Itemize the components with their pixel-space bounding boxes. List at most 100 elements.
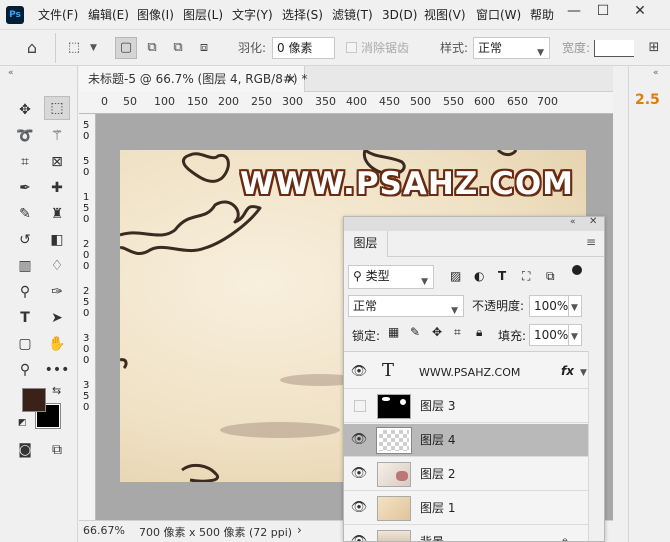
visibility-eye-icon[interactable]: 👁︎ xyxy=(350,432,368,448)
rectangular-marquee-icon[interactable]: ⬚ xyxy=(44,96,70,120)
layer-row[interactable]: 👁︎ 图层 1 xyxy=(344,492,588,525)
opacity-dropdown[interactable]: ▼ xyxy=(568,295,582,317)
menu-image[interactable]: 图像(I) xyxy=(137,0,174,30)
new-selection-icon[interactable]: ▢ xyxy=(115,37,137,59)
fill-input[interactable]: 100% xyxy=(529,324,569,346)
eraser-icon[interactable]: ◧ xyxy=(44,228,70,252)
home-icon[interactable]: ⌂ xyxy=(21,37,43,59)
select-and-mask-icon[interactable]: ⊞ xyxy=(643,37,665,59)
clone-stamp-icon[interactable]: ♜ xyxy=(44,202,70,226)
document-tab[interactable]: 未标题-5 @ 66.7% (图层 4, RGB/8#) * × xyxy=(79,66,307,92)
move-tool-icon[interactable]: ✥ xyxy=(12,98,38,122)
menu-type[interactable]: 文字(Y) xyxy=(232,0,273,30)
visibility-eye-icon[interactable]: 👁︎ xyxy=(350,534,368,541)
blend-mode-select[interactable]: 正常 ▼ xyxy=(348,295,464,317)
vertical-ruler: 5 0 5 0 1 5 0 2 0 0 2 5 0 3 0 0 3 5 0 xyxy=(79,114,96,520)
menu-layer[interactable]: 图层(L) xyxy=(183,0,223,30)
lock-artboard-icon[interactable]: ⌗ xyxy=(454,325,461,340)
filter-pixel-icon[interactable]: ▨ xyxy=(450,269,461,283)
fill-dropdown[interactable]: ▼ xyxy=(568,324,582,346)
crop-tool-icon[interactable]: ⌗ xyxy=(12,150,38,174)
close-button[interactable]: ✕ xyxy=(622,0,658,24)
default-colors-icon[interactable]: ◩ xyxy=(18,418,27,428)
opacity-input[interactable]: 100% xyxy=(529,295,569,317)
chevron-down-icon[interactable]: ▼ xyxy=(580,368,587,378)
lock-image-icon[interactable]: ✎ xyxy=(410,325,420,339)
history-brush-icon[interactable]: ↺ xyxy=(12,228,38,252)
lock-all-icon[interactable]: 🔒︎ xyxy=(476,325,482,340)
filter-shape-icon[interactable]: ⛶ xyxy=(522,269,530,284)
swap-colors-icon[interactable]: ⇆ xyxy=(52,384,61,397)
zoom-tool-icon[interactable]: ⚲ xyxy=(12,358,38,382)
layer-row[interactable]: 👁︎ 图层 2 xyxy=(344,458,588,491)
style-select[interactable]: 正常 ▼ xyxy=(473,37,550,59)
layer-row-selected[interactable]: 👁︎ 图层 4 xyxy=(344,424,588,457)
chevron-down-icon[interactable]: ▼ xyxy=(90,43,97,53)
blur-tool-icon[interactable]: ♢ xyxy=(44,254,70,278)
panel-value[interactable]: 2.5 xyxy=(635,92,660,108)
chevron-down-icon: ▼ xyxy=(571,332,578,342)
path-select-icon[interactable]: ➤ xyxy=(44,306,70,330)
menu-view[interactable]: 视图(V) xyxy=(424,0,466,30)
magic-wand-icon[interactable]: ⚚ xyxy=(44,124,70,148)
filter-type-select[interactable]: ⚲ 类型 ▼ xyxy=(348,265,434,289)
chevron-right-icon[interactable]: › xyxy=(297,523,302,537)
subtract-selection-icon[interactable]: ⧉ xyxy=(167,37,189,59)
eyedropper-icon[interactable]: ✒ xyxy=(12,176,38,200)
pen-tool-icon[interactable]: ✑ xyxy=(44,280,70,304)
rectangle-tool-icon[interactable]: ▢ xyxy=(12,332,38,356)
feather-input[interactable]: 0 像素 xyxy=(272,37,335,59)
brush-tool-icon[interactable]: ✎ xyxy=(12,202,38,226)
quick-mask-icon[interactable]: ◙ xyxy=(12,438,38,462)
menu-window[interactable]: 窗口(W) xyxy=(476,0,521,30)
frame-tool-icon[interactable]: ⊠ xyxy=(44,150,70,174)
filter-adjustment-icon[interactable]: ◐ xyxy=(474,269,484,283)
menu-edit[interactable]: 编辑(E) xyxy=(88,0,129,30)
lasso-tool-icon[interactable]: ➰ xyxy=(12,124,38,148)
filter-type-icon[interactable]: T xyxy=(498,269,506,283)
menu-file[interactable]: 文件(F) xyxy=(38,0,78,30)
add-selection-icon[interactable]: ⧉ xyxy=(141,37,163,59)
layer-list-scrollbar[interactable] xyxy=(588,351,604,541)
close-panel-icon[interactable]: ✕ xyxy=(589,216,597,227)
lock-icon: 🔒︎ xyxy=(562,534,568,541)
visibility-eye-icon[interactable]: 👁︎ xyxy=(350,466,368,482)
healing-brush-icon[interactable]: ✚ xyxy=(44,176,70,200)
tab-layers[interactable]: 图层 xyxy=(344,231,388,257)
zoom-level[interactable]: 66.67% xyxy=(83,524,125,537)
marquee-preset-icon[interactable]: ⬚ xyxy=(63,37,85,59)
menu-help[interactable]: 帮助 xyxy=(530,0,554,30)
visibility-toggle[interactable] xyxy=(354,400,366,412)
layer-row[interactable]: 👁︎ T WWW.PSAHZ.COM fx ▼ xyxy=(344,356,588,389)
filter-toggle-icon[interactable] xyxy=(572,265,582,275)
foreground-color-fill[interactable] xyxy=(22,388,46,412)
menu-select[interactable]: 选择(S) xyxy=(282,0,323,30)
collapse-panel-icon[interactable]: « xyxy=(570,217,576,227)
layer-row[interactable]: 图层 3 xyxy=(344,390,588,423)
hand-tool-icon[interactable]: ✋ xyxy=(44,332,70,356)
collapse-icon[interactable]: « xyxy=(8,68,14,78)
visibility-eye-icon[interactable]: 👁︎ xyxy=(350,500,368,516)
layer-row[interactable]: 👁︎ 背景 🔒︎ xyxy=(344,526,588,541)
dodge-tool-icon[interactable]: ⚲ xyxy=(12,280,38,304)
menu-3d[interactable]: 3D(D) xyxy=(382,0,417,30)
panel-menu-icon[interactable]: ≡ xyxy=(586,235,596,249)
ruler-label: 2 xyxy=(83,239,90,250)
expand-panels-icon[interactable]: « xyxy=(653,68,659,78)
more-tools-icon[interactable]: ••• xyxy=(44,358,70,382)
maximize-button[interactable]: ☐ xyxy=(585,0,621,24)
width-input[interactable] xyxy=(594,40,634,57)
gradient-tool-icon[interactable]: ▥ xyxy=(12,254,38,278)
intersect-selection-icon[interactable]: ⧈ xyxy=(193,37,215,59)
close-tab-icon[interactable]: × xyxy=(286,66,296,92)
lock-position-icon[interactable]: ✥ xyxy=(432,325,442,339)
chevron-down-icon: ▼ xyxy=(571,303,578,313)
type-tool-icon[interactable]: T xyxy=(12,306,38,330)
screen-mode-icon[interactable]: ⧉ xyxy=(44,438,70,462)
lock-transparent-icon[interactable]: ▦ xyxy=(388,325,399,339)
visibility-eye-icon[interactable]: 👁︎ xyxy=(350,364,368,380)
filter-smart-object-icon[interactable]: ⧉ xyxy=(546,269,555,284)
layer-effects-icon[interactable]: fx xyxy=(561,364,574,378)
menu-filter[interactable]: 滤镜(T) xyxy=(332,0,373,30)
antialias-checkbox[interactable] xyxy=(346,42,357,53)
